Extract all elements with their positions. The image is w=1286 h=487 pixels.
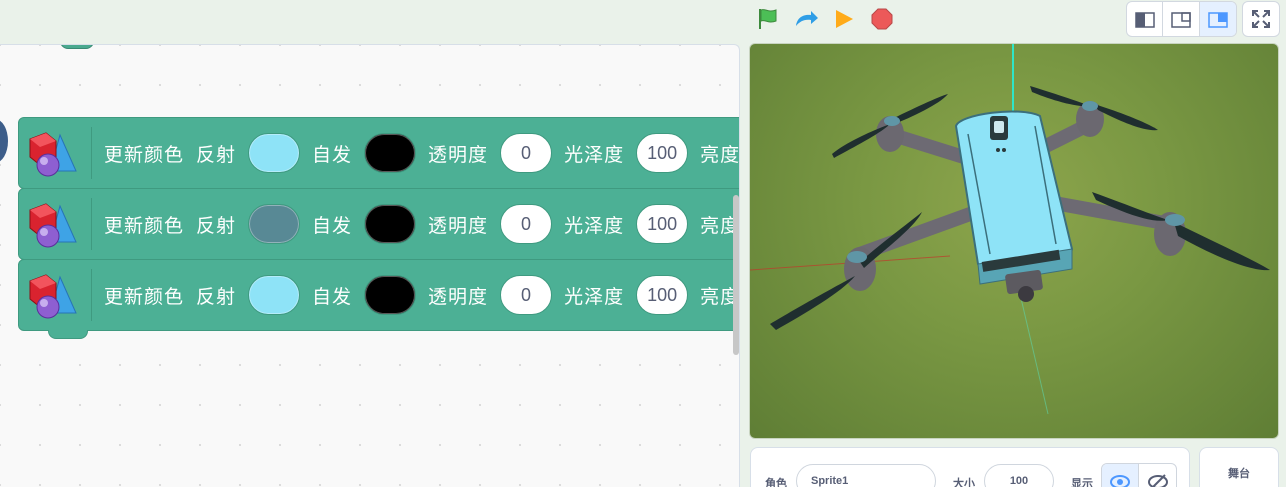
hide-eye-icon[interactable] — [1139, 464, 1176, 487]
run-controls — [755, 6, 895, 32]
reflect-label: 反射 — [196, 143, 237, 166]
brightness-label: 亮度 — [700, 143, 740, 166]
gloss-input[interactable]: 100 — [636, 275, 689, 315]
3d-shapes-icon — [29, 203, 77, 248]
reflect-color-picker[interactable] — [248, 275, 301, 315]
reflect-label: 反射 — [196, 285, 237, 308]
opacity-label: 透明度 — [428, 143, 489, 166]
code-workspace[interactable]: 更新颜色 反射 自发 透明度 0 光泽度 100 亮度 更新颜色 反射 自发 透… — [0, 44, 740, 487]
gloss-label: 光泽度 — [564, 285, 625, 308]
previous-block-tail[interactable] — [60, 45, 94, 49]
app-root: 更新颜色 反射 自发 透明度 0 光泽度 100 亮度 更新颜色 反射 自发 透… — [0, 0, 1286, 487]
stage-canvas[interactable] — [749, 43, 1279, 439]
opacity-label: 透明度 — [428, 285, 489, 308]
opacity-input[interactable]: 0 — [500, 204, 553, 244]
show-label: 显示 — [1071, 478, 1093, 487]
size-input[interactable]: 100 — [984, 464, 1054, 487]
green-flag-icon[interactable] — [755, 6, 781, 32]
fullscreen-icon[interactable] — [1242, 1, 1280, 37]
block-action-label: 更新颜色 — [104, 285, 185, 308]
category-indicator — [0, 119, 8, 163]
emissive-color-picker[interactable] — [364, 204, 417, 244]
layout-normal-icon[interactable] — [1163, 2, 1200, 36]
block-action-label: 更新颜色 — [104, 143, 185, 166]
3d-shapes-icon — [29, 132, 77, 177]
sprite-info-panel: 角色 Sprite1 大小 100 显示 — [750, 447, 1190, 487]
opacity-input[interactable]: 0 — [500, 275, 553, 315]
layout-small-stage-icon[interactable] — [1127, 2, 1164, 36]
reflect-color-picker[interactable] — [248, 204, 301, 244]
emissive-color-picker[interactable] — [364, 275, 417, 315]
emissive-label: 自发 — [312, 143, 353, 166]
emissive-color-picker[interactable] — [364, 133, 417, 173]
show-eye-icon[interactable] — [1102, 464, 1140, 487]
reflect-label: 反射 — [196, 214, 237, 237]
gloss-label: 光泽度 — [564, 214, 625, 237]
drone-3d-scene — [750, 44, 1270, 415]
layout-large-stage-icon[interactable] — [1199, 2, 1236, 36]
gloss-label: 光泽度 — [564, 143, 625, 166]
update-color-block[interactable]: 更新颜色 反射 自发 透明度 0 光泽度 100 亮度 — [18, 259, 739, 339]
gloss-input[interactable]: 100 — [636, 204, 689, 244]
block-action-label: 更新颜色 — [104, 214, 185, 237]
sprite-label: 角色 — [765, 478, 787, 487]
emissive-label: 自发 — [312, 214, 353, 237]
update-color-block[interactable]: 更新颜色 反射 自发 透明度 0 光泽度 100 亮度 — [18, 188, 739, 268]
workspace-scrollbar[interactable] — [733, 195, 739, 355]
opacity-label: 透明度 — [428, 214, 489, 237]
stop-icon[interactable] — [869, 6, 895, 32]
3d-shapes-icon — [29, 274, 77, 319]
reflect-color-picker[interactable] — [248, 133, 301, 173]
gloss-input[interactable]: 100 — [636, 133, 689, 173]
sprite-name-input[interactable]: Sprite1 — [796, 464, 936, 487]
emissive-label: 自发 — [312, 285, 353, 308]
opacity-input[interactable]: 0 — [500, 133, 553, 173]
redo-icon[interactable] — [793, 6, 819, 32]
stage-tab[interactable]: 舞台 — [1199, 447, 1279, 487]
view-mode-toggle — [1126, 1, 1237, 37]
visibility-toggle — [1101, 463, 1177, 487]
play-icon[interactable] — [831, 6, 857, 32]
size-label: 大小 — [953, 478, 975, 487]
update-color-block[interactable]: 更新颜色 反射 自发 透明度 0 光泽度 100 亮度 — [18, 117, 740, 197]
